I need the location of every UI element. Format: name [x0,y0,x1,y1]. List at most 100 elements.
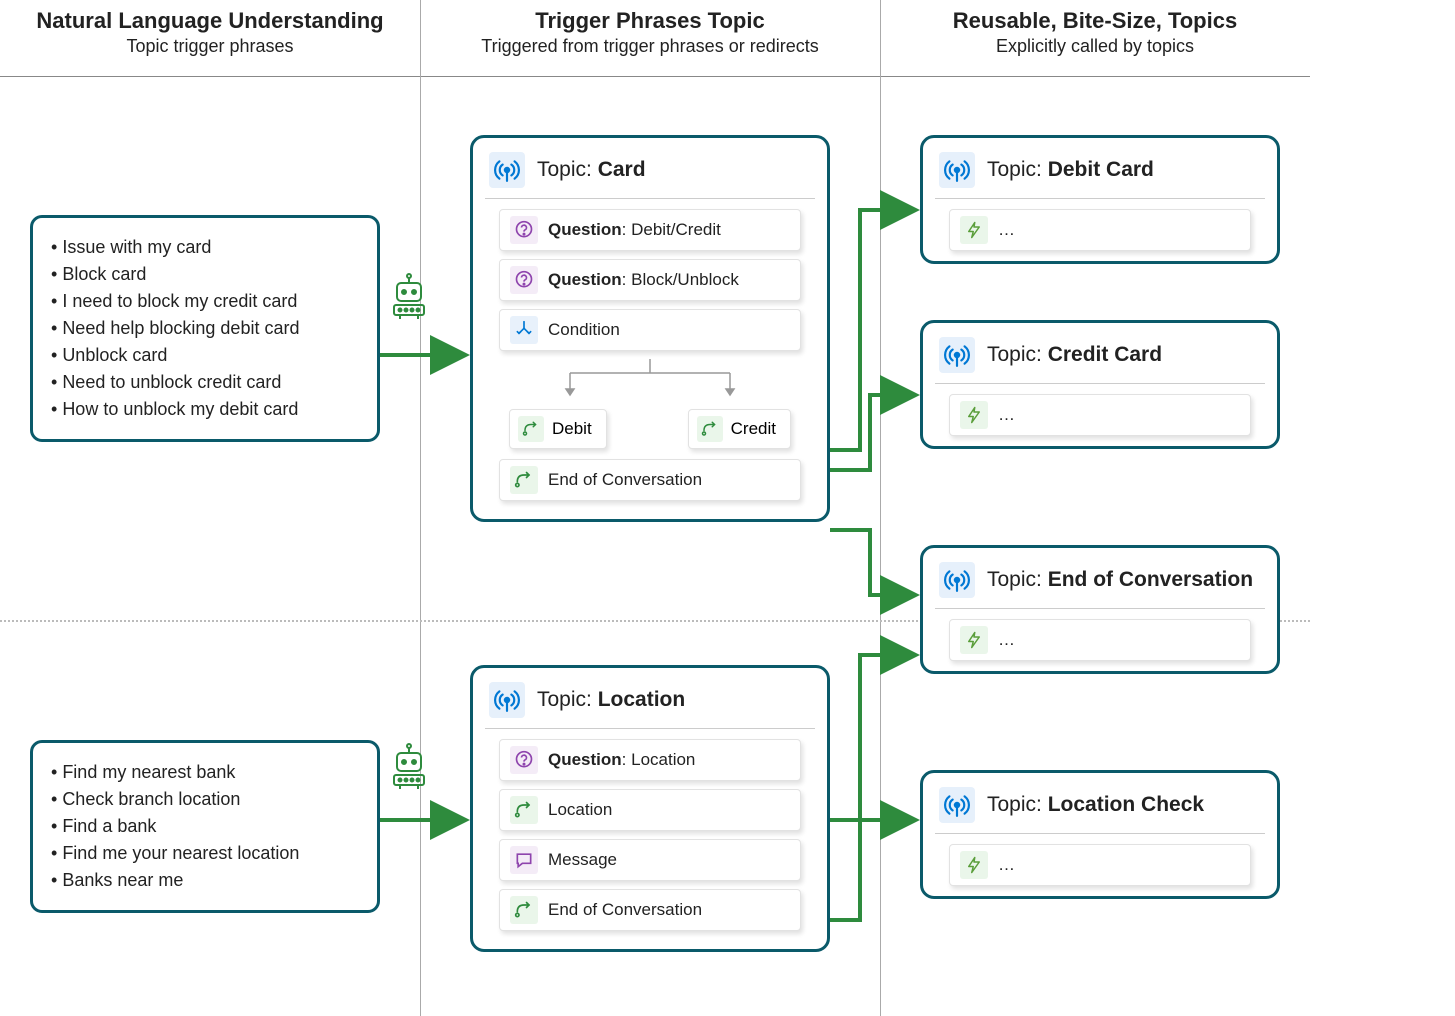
topic-loccheck-header: Topic: Location Check [933,783,1267,833]
message-icon [510,846,538,874]
col3-header: Reusable, Bite-Size, Topics Explicitly c… [880,8,1310,57]
header-divider [0,76,1310,77]
redirect-label: Debit [552,419,592,439]
col3-title: Reusable, Bite-Size, Topics [880,8,1310,34]
branch-row: Debit Credit [499,409,801,449]
branch-icon [510,316,538,344]
topic-eoc-title: Topic: End of Conversation [987,568,1253,592]
action-node: … [949,844,1251,886]
list-item: Need help blocking debit card [51,315,359,342]
action-node: … [949,209,1251,251]
col1-title: Natural Language Understanding [0,8,420,34]
redirect-credit: Credit [688,409,791,449]
list-item: Check branch location [51,786,359,813]
divider [935,608,1265,609]
bot-icon [388,275,430,326]
question-label: Question: Block/Unblock [548,270,739,290]
question-node: Question: Debit/Credit [499,209,801,251]
broadcast-icon [939,787,975,823]
redirect-icon [697,416,723,442]
col1-subtitle: Topic trigger phrases [0,36,420,57]
divider [485,198,815,199]
question-icon [510,216,538,244]
redirect-icon [510,466,538,494]
phrases-card-box: Issue with my card Block card I need to … [30,215,380,442]
ellipsis: … [998,220,1015,240]
phrases-card-list: Issue with my card Block card I need to … [51,234,359,423]
redirect-icon [518,416,544,442]
broadcast-icon [939,562,975,598]
topic-location-title: Topic: Location [537,688,685,712]
lightning-icon [960,401,988,429]
list-item: I need to block my credit card [51,288,359,315]
redirect-label: Location [548,800,612,820]
redirect-icon [510,896,538,924]
col2-subtitle: Triggered from trigger phrases or redire… [420,36,880,57]
ellipsis: … [998,630,1015,650]
topic-card: Topic: Card Question: Debit/Credit Quest… [470,135,830,522]
redirect-icon [510,796,538,824]
message-label: Message [548,850,617,870]
list-item: Need to unblock credit card [51,369,359,396]
question-label: Question: Debit/Credit [548,220,721,240]
ellipsis: … [998,405,1015,425]
topic-location-header: Topic: Location [483,678,817,728]
col3-subtitle: Explicitly called by topics [880,36,1310,57]
topic-credit-card: Topic: Credit Card … [920,320,1280,449]
topic-debit-header: Topic: Debit Card [933,148,1267,198]
question-icon [510,266,538,294]
col1-header: Natural Language Understanding Topic tri… [0,8,420,57]
condition-label: Condition [548,320,620,340]
topic-credit-title: Topic: Credit Card [987,343,1162,367]
divider [935,383,1265,384]
topic-debit-card: Topic: Debit Card … [920,135,1280,264]
topic-location: Topic: Location Question: Location Locat… [470,665,830,952]
list-item: Find a bank [51,813,359,840]
action-node: … [949,394,1251,436]
branch-connector [510,359,790,403]
list-item: Find my nearest bank [51,759,359,786]
question-node: Question: Location [499,739,801,781]
vline-1 [420,0,421,1016]
list-item: Banks near me [51,867,359,894]
topic-loccheck-title: Topic: Location Check [987,793,1204,817]
col2-header: Trigger Phrases Topic Triggered from tri… [420,8,880,57]
redirect-location: Location [499,789,801,831]
topic-eoc: Topic: End of Conversation … [920,545,1280,674]
list-item: Block card [51,261,359,288]
lightning-icon [960,626,988,654]
redirect-eoc: End of Conversation [499,459,801,501]
broadcast-icon [939,152,975,188]
lightning-icon [960,851,988,879]
broadcast-icon [939,337,975,373]
question-icon [510,746,538,774]
topic-credit-header: Topic: Credit Card [933,333,1267,383]
redirect-label: Credit [731,419,776,439]
topic-debit-title: Topic: Debit Card [987,158,1154,182]
broadcast-icon [489,152,525,188]
question-label: Question: Location [548,750,695,770]
topic-card-title: Topic: Card [537,158,646,182]
bot-icon [388,745,430,796]
ellipsis: … [998,855,1015,875]
redirect-label: End of Conversation [548,470,702,490]
divider [935,833,1265,834]
list-item: Issue with my card [51,234,359,261]
topic-location-check: Topic: Location Check … [920,770,1280,899]
redirect-debit: Debit [509,409,607,449]
phrases-location-box: Find my nearest bank Check branch locati… [30,740,380,913]
message-node: Message [499,839,801,881]
divider [935,198,1265,199]
topic-eoc-header: Topic: End of Conversation [933,558,1267,608]
list-item: How to unblock my debit card [51,396,359,423]
broadcast-icon [489,682,525,718]
redirect-label: End of Conversation [548,900,702,920]
divider [485,728,815,729]
lightning-icon [960,216,988,244]
condition-node: Condition [499,309,801,351]
col2-title: Trigger Phrases Topic [420,8,880,34]
list-item: Unblock card [51,342,359,369]
question-node: Question: Block/Unblock [499,259,801,301]
vline-2 [880,0,881,1016]
topic-card-header: Topic: Card [483,148,817,198]
